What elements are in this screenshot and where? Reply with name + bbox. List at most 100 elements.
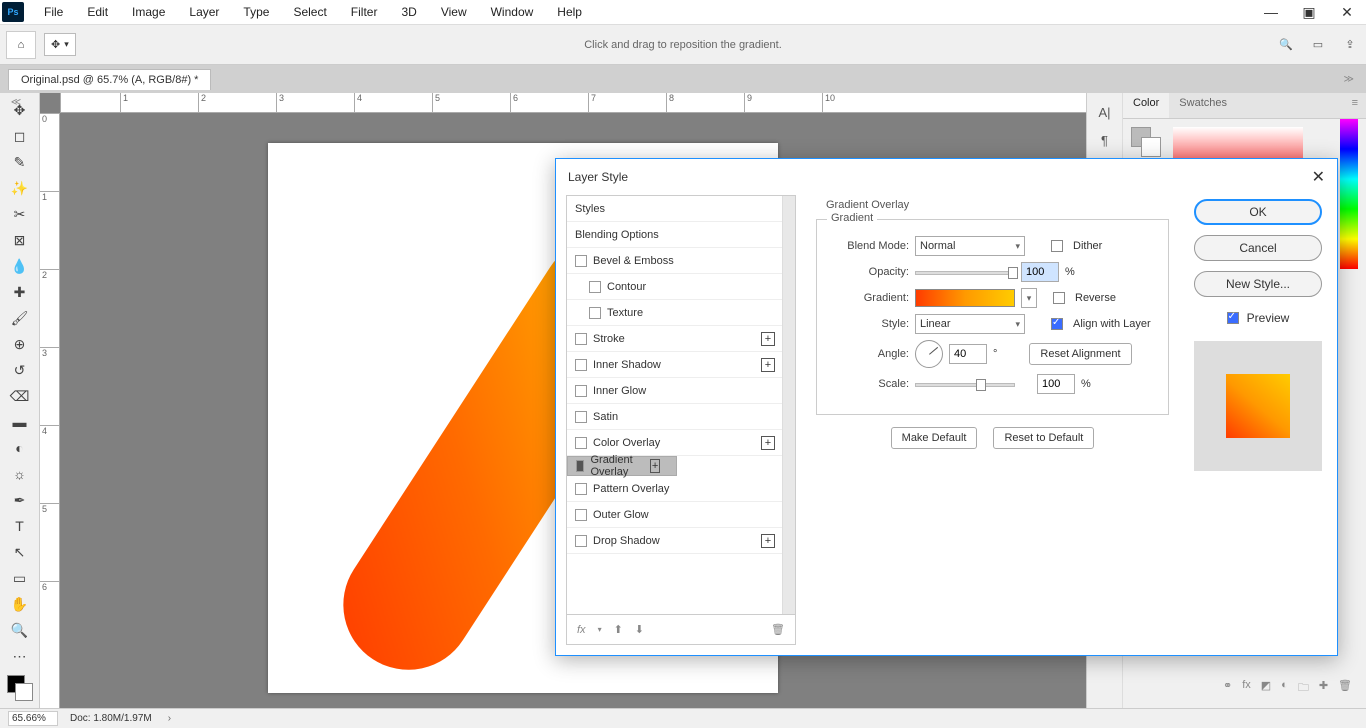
frame-tool[interactable]: ⊠ <box>8 229 32 251</box>
dither-checkbox[interactable] <box>1051 240 1063 252</box>
search-icon[interactable]: 🔍 <box>1276 35 1296 55</box>
style-checkbox[interactable] <box>576 460 584 472</box>
close-icon[interactable]: ✕ <box>1312 167 1325 187</box>
blend-mode-select[interactable]: Normal▾ <box>915 236 1025 256</box>
menu-help[interactable]: Help <box>545 5 594 19</box>
cancel-button[interactable]: Cancel <box>1194 235 1322 261</box>
style-row-bevel-emboss[interactable]: Bevel & Emboss <box>567 248 795 274</box>
style-checkbox[interactable] <box>575 411 587 423</box>
brush-tool[interactable]: 🖌 <box>8 307 32 329</box>
status-chevron-icon[interactable]: › <box>168 713 171 724</box>
wand-tool[interactable]: ✨ <box>8 177 32 199</box>
shape-tool[interactable]: ▭ <box>8 567 32 589</box>
history-brush-tool[interactable]: ↺ <box>8 359 32 381</box>
add-effect-icon[interactable]: + <box>761 436 775 450</box>
menu-view[interactable]: View <box>429 5 479 19</box>
panel-menu-icon[interactable]: ≡ <box>1344 93 1366 118</box>
opacity-slider[interactable] <box>915 271 1015 275</box>
dialog-titlebar[interactable]: Layer Style ✕ <box>556 159 1337 195</box>
link-icon[interactable]: ⚭ <box>1223 679 1232 698</box>
path-tool[interactable]: ↖ <box>8 541 32 563</box>
fx-icon[interactable]: fx <box>577 624 586 636</box>
new-style-button[interactable]: New Style... <box>1194 271 1322 297</box>
tab-color[interactable]: Color <box>1123 93 1169 118</box>
mask-icon[interactable]: ◩ <box>1261 679 1271 698</box>
style-checkbox[interactable] <box>575 483 587 495</box>
close-window-button[interactable]: ✕ <box>1328 0 1366 25</box>
style-row-satin[interactable]: Satin <box>567 404 795 430</box>
style-select[interactable]: Linear▾ <box>915 314 1025 334</box>
reset-alignment-button[interactable]: Reset Alignment <box>1029 343 1131 365</box>
menu-filter[interactable]: Filter <box>339 5 390 19</box>
style-checkbox[interactable] <box>575 535 587 547</box>
ok-button[interactable]: OK <box>1194 199 1322 225</box>
style-checkbox[interactable] <box>589 281 601 293</box>
menu-window[interactable]: Window <box>479 5 546 19</box>
preview-checkbox[interactable] <box>1227 312 1239 324</box>
menu-image[interactable]: Image <box>120 5 177 19</box>
menu-file[interactable]: File <box>32 5 75 19</box>
blur-tool[interactable]: ◐ <box>8 437 32 459</box>
foreground-background-swatch[interactable] <box>1131 127 1161 157</box>
eraser-tool[interactable]: ⌫ <box>8 385 32 407</box>
move-tool-dropdown[interactable]: ✥▾ <box>44 33 76 56</box>
character-panel-icon[interactable]: A| <box>1098 105 1110 125</box>
reset-default-button[interactable]: Reset to Default <box>993 427 1094 449</box>
style-checkbox[interactable] <box>575 385 587 397</box>
style-row-stroke[interactable]: Stroke+ <box>567 326 795 352</box>
make-default-button[interactable]: Make Default <box>891 427 978 449</box>
reverse-checkbox[interactable] <box>1053 292 1065 304</box>
trash-icon[interactable]: 🗑 <box>1338 679 1352 698</box>
style-row-pattern-overlay[interactable]: Pattern Overlay <box>567 476 795 502</box>
dodge-tool[interactable]: ☼ <box>8 463 32 485</box>
marquee-tool[interactable]: ◻ <box>8 125 32 147</box>
opacity-input[interactable] <box>1021 262 1059 282</box>
folder-icon[interactable]: 🗀 <box>1298 679 1309 698</box>
align-layer-checkbox[interactable] <box>1051 318 1063 330</box>
style-row-gradient-overlay[interactable]: Gradient Overlay+ <box>567 456 677 476</box>
angle-input[interactable] <box>949 344 987 364</box>
menu-type[interactable]: Type <box>231 5 281 19</box>
home-button[interactable]: ⌂ <box>6 31 36 59</box>
menu-edit[interactable]: Edit <box>75 5 120 19</box>
menu-3d[interactable]: 3D <box>389 5 428 19</box>
style-row-blending-options[interactable]: Blending Options <box>567 222 795 248</box>
scale-slider[interactable] <box>915 383 1015 387</box>
share-icon[interactable]: ⇪ <box>1340 35 1360 55</box>
gradient-editor[interactable] <box>915 289 1015 307</box>
gradient-tool[interactable]: ▬ <box>8 411 32 433</box>
crop-tool[interactable]: ✂ <box>8 203 32 225</box>
adjustment-icon[interactable]: ◐ <box>1281 679 1288 698</box>
minimize-button[interactable]: — <box>1252 0 1290 25</box>
style-checkbox[interactable] <box>575 359 587 371</box>
add-effect-icon[interactable]: + <box>761 358 775 372</box>
trash-icon[interactable]: 🗑 <box>771 623 785 636</box>
style-checkbox[interactable] <box>575 437 587 449</box>
style-row-contour[interactable]: Contour <box>567 274 795 300</box>
menu-layer[interactable]: Layer <box>177 5 231 19</box>
gradient-dropdown[interactable]: ▾ <box>1021 288 1037 308</box>
workspace-icon[interactable]: ▭ <box>1308 35 1328 55</box>
tab-swatches[interactable]: Swatches <box>1169 93 1237 118</box>
style-checkbox[interactable] <box>575 255 587 267</box>
add-effect-icon[interactable]: + <box>761 534 775 548</box>
document-tab[interactable]: Original.psd @ 65.7% (A, RGB/8#) * <box>8 69 211 90</box>
menu-select[interactable]: Select <box>281 5 338 19</box>
color-swatch[interactable] <box>7 675 33 701</box>
style-row-outer-glow[interactable]: Outer Glow <box>567 502 795 528</box>
hand-tool[interactable]: ✋ <box>8 593 32 615</box>
lasso-tool[interactable]: ✎ <box>8 151 32 173</box>
style-checkbox[interactable] <box>589 307 601 319</box>
collapse-panels-icon[interactable]: ≫ <box>1344 74 1354 85</box>
zoom-tool[interactable]: 🔍 <box>8 619 32 641</box>
styles-header[interactable]: Styles <box>567 196 795 222</box>
fx-icon[interactable]: fx <box>1242 679 1251 698</box>
paragraph-panel-icon[interactable]: ¶ <box>1101 133 1108 153</box>
add-effect-icon[interactable]: + <box>650 459 660 473</box>
scale-input[interactable] <box>1037 374 1075 394</box>
style-checkbox[interactable] <box>575 509 587 521</box>
style-row-drop-shadow[interactable]: Drop Shadow+ <box>567 528 795 554</box>
style-checkbox[interactable] <box>575 333 587 345</box>
move-up-icon[interactable]: ⬆ <box>614 623 623 636</box>
angle-dial[interactable] <box>915 340 943 368</box>
